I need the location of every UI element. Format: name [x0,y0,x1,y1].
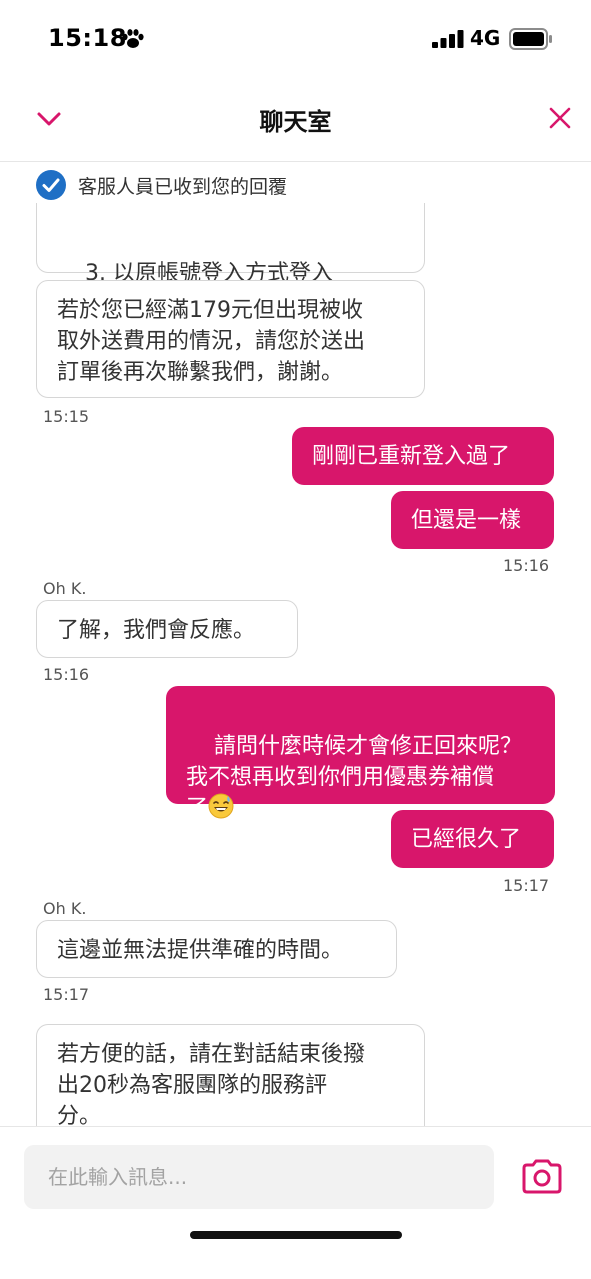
chat-messages[interactable]: 3. 以原帳號登入方式登入 客服人員已收到您的回覆 若於您已經滿179元但出現被… [0,163,591,1126]
message-timestamp: 15:15 [43,407,90,426]
paw-icon [122,29,144,48]
page-title: 聊天室 [259,108,332,136]
message-bubble-agent: 3. 以原帳號登入方式登入 [36,203,425,286]
grinning-sweat-emoji-icon [208,793,234,819]
message-bubble-agent: 若方便的話，請在對話結束後撥 出20秒為客服團隊的服務評 分。 [36,1024,425,1126]
message-bubble-user: 但還是一樣 [391,491,554,549]
message-input-bar [0,1126,591,1279]
message-bubble-user: 請問什麼時候才會修正回來呢？ 我不想再收到你們用優惠券補償 了 [166,686,555,821]
status-time: 15:18 [48,24,127,52]
camera-icon[interactable] [520,1159,564,1195]
read-receipt: 客服人員已收到您的回覆 [36,169,287,201]
message-timestamp: 15:17 [43,985,90,1004]
message-text: 請問什麼時候才會修正回來呢？ 我不想再收到你們用優惠券補償 了 [186,734,522,821]
receipt-text: 客服人員已收到您的回覆 [78,175,288,198]
chat-header: 聊天室 [0,80,591,162]
status-bar: 15:18 4G [0,0,591,80]
home-indicator [190,1231,402,1239]
battery-icon [509,28,552,50]
message-timestamp: 15:17 [503,876,550,895]
check-circle-icon [36,170,66,200]
close-icon[interactable] [546,104,574,132]
message-input[interactable] [24,1145,494,1209]
message-timestamp: 15:16 [503,556,550,575]
message-bubble-agent: 若於您已經滿179元但出現被收 取外送費用的情況，請您於送出 訂單後再次聯繫我們… [36,280,425,398]
message-bubble-agent: 了解，我們會反應。 [36,600,298,658]
sender-name: Oh K. [43,579,87,598]
message-timestamp: 15:16 [43,665,90,684]
message-bubble-user: 已經很久了 [391,810,554,868]
message-bubble-user: 剛剛已重新登入過了 [292,427,554,485]
message-bubble-agent: 這邊並無法提供準確的時間。 [36,920,397,978]
signal-icon [432,30,464,48]
network-label: 4G [470,26,501,50]
sender-name: Oh K. [43,899,87,918]
